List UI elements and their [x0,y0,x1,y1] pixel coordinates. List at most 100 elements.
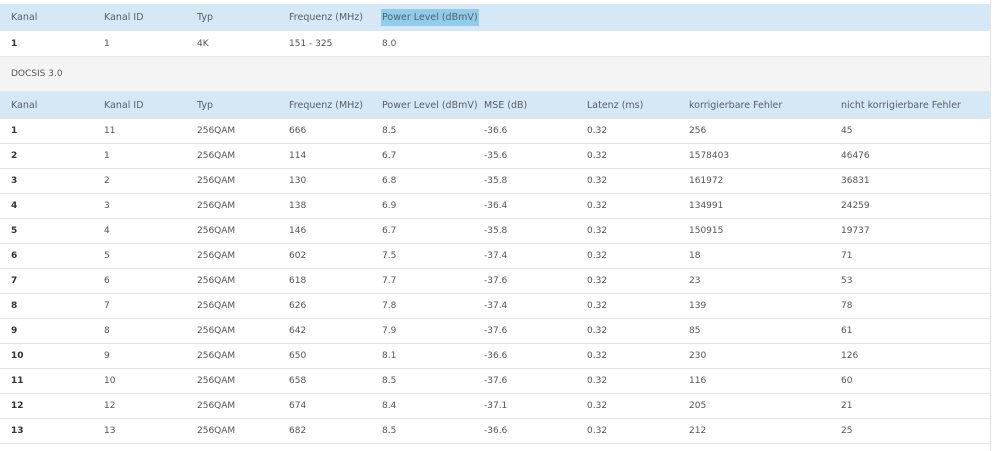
cell-nicht-korrigierbare-fehler: 60 [841,376,853,386]
cell-power-level: 6.7 [382,226,397,236]
cell-nicht-korrigierbare-fehler: 53 [841,276,853,286]
header-kanal-id[interactable]: Kanal ID [104,92,144,119]
cell-korrigierbare-fehler: 1578403 [689,151,730,161]
cell-kanal: 3 [11,176,18,186]
cell-korrigierbare-fehler: 139 [689,301,707,311]
cell-nicht-korrigierbare-fehler: 61 [841,326,853,336]
header-label: nicht korrigierbare Fehler [841,100,961,111]
header-korrigierbare-fehler[interactable]: korrigierbare Fehler [689,92,782,119]
cell-mse: -35.8 [484,176,508,186]
cell-kanal-id: 2 [104,176,110,186]
cell-kanal: 7 [11,276,18,286]
header-label: Typ [197,100,213,111]
header-latenz[interactable]: Latenz (ms) [587,92,643,119]
header-kanal[interactable]: Kanal [11,4,37,31]
cell-mse: -35.6 [484,151,508,161]
cell-frequenz: 146 [289,226,307,236]
cell-mse: -37.6 [484,326,508,336]
cell-korrigierbare-fehler: 116 [689,376,707,386]
cell-latenz: 0.32 [587,251,608,261]
cell-korrigierbare-fehler: 205 [689,401,707,411]
header-label: Kanal [11,12,38,23]
cell-korrigierbare-fehler: 212 [689,426,707,436]
cell-nicht-korrigierbare-fehler: 71 [841,251,853,261]
cell-typ: 256QAM [197,326,236,336]
cell-mse: -36.6 [484,351,508,361]
header-typ[interactable]: Typ [197,92,213,119]
cell-typ: 256QAM [197,226,236,236]
cell-latenz: 0.32 [587,151,608,161]
table-row: 1 11 256QAM 666 8.5 -36.6 0.32 256 45 [0,119,990,144]
cell-latenz: 0.32 [587,326,608,336]
section-label-docsis: DOCSIS 3.0 [0,57,990,92]
cell-typ: 4K [197,38,209,49]
table-row: 3 2 256QAM 130 6.8 -35.8 0.32 161972 36831 [0,169,990,194]
cell-korrigierbare-fehler: 150915 [689,226,724,236]
cell-nicht-korrigierbare-fehler: 25 [841,426,853,436]
header-label: Latenz (ms) [587,100,644,111]
cell-nicht-korrigierbare-fehler: 78 [841,301,853,311]
cell-typ: 256QAM [197,376,236,386]
header-mse[interactable]: MSE (dB) [484,92,527,119]
cell-power-level: 8.0 [382,38,397,49]
header-label: Typ [197,12,213,23]
docsis-channel-page: Kanal Kanal ID Typ Frequenz (MHz) Power Leve… [0,0,991,451]
table-row: 2 1 256QAM 114 6.7 -35.6 0.32 1578403 46476 [0,144,990,169]
header-kanal-id[interactable]: Kanal ID [104,4,144,31]
table-row: 7 6 256QAM 618 7.7 -37.6 0.32 23 53 [0,269,990,294]
cell-frequenz: 642 [289,326,307,336]
cell-mse: -36.6 [484,126,508,136]
cell-latenz: 0.32 [587,126,608,136]
cell-power-level: 8.5 [382,426,397,436]
header-label: Kanal ID [104,100,144,111]
header-power-level[interactable]: Power Level (dBmV) [381,4,479,31]
cell-latenz: 0.32 [587,201,608,211]
cell-frequenz: 658 [289,376,307,386]
cell-mse: -37.1 [484,401,508,411]
table-row: 12 12 256QAM 674 8.4 -37.1 0.32 205 21 [0,394,990,419]
table-row: 6 5 256QAM 602 7.5 -37.4 0.32 18 71 [0,244,990,269]
header-nicht-korrigierbare-fehler[interactable]: nicht korrigierbare Fehler [841,92,961,119]
header-frequenz[interactable]: Frequenz (MHz) [289,92,363,119]
cell-power-level: 8.5 [382,376,397,386]
table-row: 5 4 256QAM 146 6.7 -35.8 0.32 150915 19737 [0,219,990,244]
header-typ[interactable]: Typ [197,4,213,31]
cell-typ: 256QAM [197,401,236,411]
header-power-level[interactable]: Power Level (dBmV) [382,92,478,119]
cell-kanal-id: 5 [104,251,110,261]
docsis-channel-table: Kanal Kanal ID Typ Frequenz (MHz) Power Leve… [0,92,990,444]
cell-kanal-id: 4 [104,226,110,236]
table-header-row: Kanal Kanal ID Typ Frequenz (MHz) Power Leve… [0,92,990,119]
cell-frequenz: 682 [289,426,307,436]
header-label: korrigierbare Fehler [689,100,783,111]
cell-frequenz: 138 [289,201,307,211]
cell-kanal-id: 13 [104,426,116,436]
cell-kanal-id: 1 [104,38,110,49]
cell-power-level: 6.9 [382,201,397,211]
cell-power-level: 7.5 [382,251,397,261]
table-row: 9 8 256QAM 642 7.9 -37.6 0.32 85 61 [0,319,990,344]
cell-nicht-korrigierbare-fehler: 36831 [841,176,870,186]
table-row: 8 7 256QAM 626 7.8 -37.4 0.32 139 78 [0,294,990,319]
table-row: 13 13 256QAM 682 8.5 -36.6 0.32 212 25 [0,419,990,444]
cell-latenz: 0.32 [587,176,608,186]
table-row: 4 3 256QAM 138 6.9 -36.4 0.32 134991 24259 [0,194,990,219]
cell-power-level: 7.9 [382,326,397,336]
cell-latenz: 0.32 [587,301,608,311]
cell-korrigierbare-fehler: 256 [689,126,707,136]
cell-nicht-korrigierbare-fehler: 24259 [841,201,870,211]
cell-typ: 256QAM [197,176,236,186]
cell-frequenz: 674 [289,401,307,411]
cell-frequenz: 602 [289,251,307,261]
cell-kanal: 1 [11,38,18,49]
table-row: 10 9 256QAM 650 8.1 -36.6 0.32 230 126 [0,344,990,369]
header-label: MSE (dB) [484,100,528,111]
header-frequenz[interactable]: Frequenz (MHz) [289,4,363,31]
header-kanal[interactable]: Kanal [11,92,37,119]
header-label: Power Level (dBmV) [382,100,478,111]
cell-mse: -35.8 [484,226,508,236]
cell-latenz: 0.32 [587,351,608,361]
cell-kanal: 13 [11,426,24,436]
cell-kanal-id: 11 [104,126,116,136]
cell-power-level: 8.1 [382,351,397,361]
